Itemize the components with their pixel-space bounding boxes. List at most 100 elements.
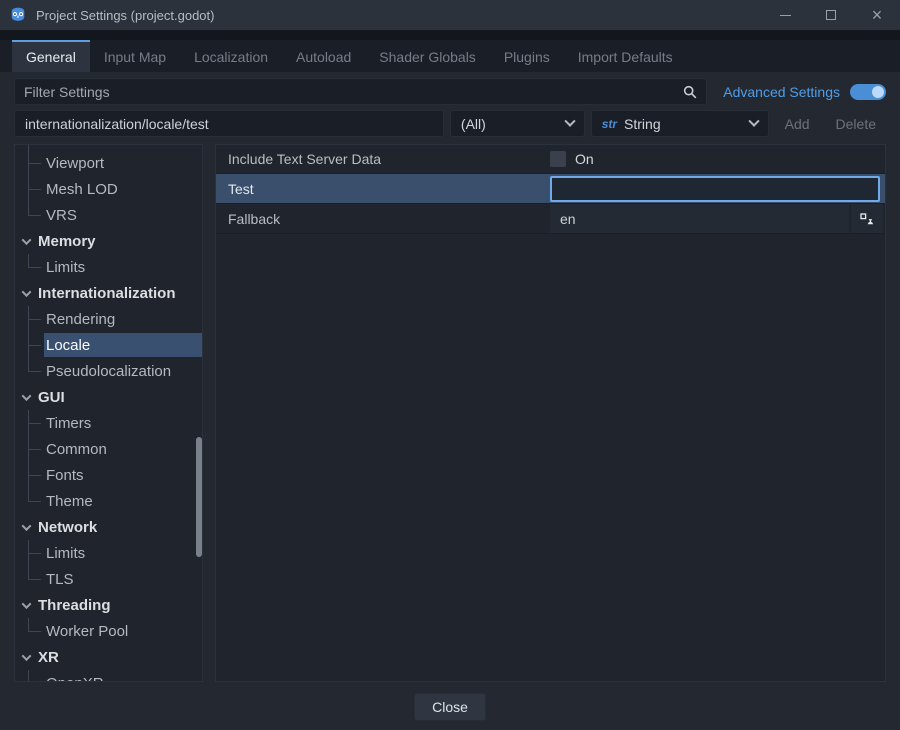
- tree-connector: [28, 358, 44, 384]
- tab-label: General: [26, 49, 76, 65]
- tree-item-label: Limits: [46, 545, 85, 562]
- property-value: en: [550, 204, 885, 233]
- tree-item-label: TLS: [46, 571, 74, 588]
- tree-item[interactable]: Timers: [15, 410, 202, 436]
- tree-item[interactable]: Theme: [15, 488, 202, 514]
- dialog-content: Advanced Settings (All) str String Add D…: [0, 72, 900, 730]
- checkbox-on-label: On: [575, 151, 594, 167]
- tree-item-label: Common: [46, 441, 107, 458]
- chevron-down-icon: [22, 521, 32, 531]
- tree-item[interactable]: Limits: [15, 540, 202, 566]
- tree-item[interactable]: Viewport: [15, 150, 202, 176]
- dialog-footer: Close: [14, 682, 886, 730]
- property-label: Test: [216, 174, 550, 203]
- property-value: On: [550, 145, 885, 173]
- close-icon: ×: [872, 10, 883, 20]
- property-path-bar: (All) str String Add Delete: [14, 108, 886, 139]
- tree-connector: [28, 202, 44, 228]
- tab[interactable]: Autoload: [282, 40, 365, 72]
- sidebar-scrollbar-thumb[interactable]: [196, 437, 202, 557]
- tree-item[interactable]: Mesh LOD: [15, 176, 202, 202]
- tree-item[interactable]: Fonts: [15, 462, 202, 488]
- minimize-button[interactable]: [762, 0, 808, 30]
- toggle-knob: [872, 86, 884, 98]
- tree-item[interactable]: TLS: [15, 566, 202, 592]
- window-titlebar: Project Settings (project.godot) ×: [0, 0, 900, 30]
- filter-settings-input[interactable]: [24, 84, 683, 100]
- tree-item[interactable]: Worker Pool: [15, 618, 202, 644]
- tree-connector: [28, 306, 44, 332]
- advanced-settings-control: Advanced Settings: [723, 84, 886, 100]
- fallback-value-field[interactable]: en: [550, 204, 849, 233]
- tree-item-label: Limits: [46, 259, 85, 276]
- tree-item[interactable]: GUI: [15, 384, 202, 410]
- test-value-input[interactable]: [550, 176, 880, 202]
- maximize-button[interactable]: [808, 0, 854, 30]
- locale-select-button[interactable]: [851, 204, 883, 233]
- settings-tree: Rendering Device Viewport: [15, 144, 202, 682]
- close-window-button[interactable]: ×: [854, 0, 900, 30]
- tree-connector: [28, 254, 44, 280]
- tree-connector: [28, 410, 44, 436]
- property-path-input[interactable]: [14, 110, 444, 137]
- tab[interactable]: Import Defaults: [564, 40, 687, 72]
- tree-item[interactable]: XR: [15, 644, 202, 670]
- tree-item-label: Worker Pool: [46, 623, 128, 640]
- advanced-settings-label: Advanced Settings: [723, 84, 840, 100]
- tab[interactable]: Plugins: [490, 40, 564, 72]
- tree-item[interactable]: Limits: [15, 254, 202, 280]
- close-button[interactable]: Close: [414, 693, 486, 721]
- tree-item[interactable]: Memory: [15, 228, 202, 254]
- properties-panel: Include Text Server Data On Test Fallbac…: [215, 144, 886, 682]
- property-label: Fallback: [216, 204, 550, 233]
- chevron-down-icon: [22, 599, 32, 609]
- tree-connector: [28, 618, 44, 644]
- property-value: [550, 174, 885, 203]
- tree-connector: [28, 332, 44, 358]
- tab-label: Localization: [194, 49, 268, 65]
- chevron-down-icon: [22, 391, 32, 401]
- tree-connector: [28, 150, 44, 176]
- tree-item-label: Viewport: [46, 155, 104, 172]
- settings-panels: Rendering Device Viewport: [14, 144, 886, 682]
- tree-connector: [28, 566, 44, 592]
- chevron-down-icon: [22, 235, 32, 245]
- tree-item[interactable]: Rendering: [15, 306, 202, 332]
- type-dropdown[interactable]: str String: [591, 110, 769, 137]
- add-button[interactable]: Add: [775, 116, 820, 132]
- property-row-include-text-server-data: Include Text Server Data On: [216, 145, 885, 174]
- tree-item[interactable]: Internationalization: [15, 280, 202, 306]
- tree-item-label: Theme: [46, 493, 93, 510]
- tree-item[interactable]: OpenXR: [15, 670, 202, 682]
- tab[interactable]: General: [12, 40, 90, 72]
- tab[interactable]: Shader Globals: [365, 40, 490, 72]
- tree-item[interactable]: Common: [15, 436, 202, 462]
- category-filter-dropdown[interactable]: (All): [450, 110, 585, 137]
- tab-label: Plugins: [504, 49, 550, 65]
- property-label: Include Text Server Data: [216, 145, 550, 173]
- tree-item[interactable]: Locale: [15, 332, 202, 358]
- tree-item-label: XR: [38, 649, 59, 666]
- window-controls: ×: [762, 0, 900, 30]
- tree-item[interactable]: Network: [15, 514, 202, 540]
- tab[interactable]: Localization: [180, 40, 282, 72]
- tab-label: Shader Globals: [379, 49, 476, 65]
- advanced-settings-toggle[interactable]: [850, 84, 886, 100]
- minimize-icon: [780, 15, 791, 16]
- string-type-icon: str: [602, 117, 617, 131]
- tab-label: Autoload: [296, 49, 351, 65]
- tree-item[interactable]: Threading: [15, 592, 202, 618]
- window-title: Project Settings (project.godot): [36, 8, 214, 23]
- tree-item-label: Mesh LOD: [46, 181, 118, 198]
- filter-settings-field[interactable]: [14, 78, 707, 105]
- include-text-server-data-checkbox[interactable]: [550, 151, 566, 167]
- type-value: String: [624, 116, 750, 132]
- tree-item[interactable]: Pseudolocalization: [15, 358, 202, 384]
- tree-item-label: Timers: [46, 415, 91, 432]
- tab[interactable]: Input Map: [90, 40, 180, 72]
- tree-item-label: Rendering: [46, 311, 115, 328]
- tree-item[interactable]: VRS: [15, 202, 202, 228]
- search-icon: [683, 85, 697, 99]
- property-row-test: Test: [216, 174, 885, 204]
- delete-button[interactable]: Delete: [826, 116, 886, 132]
